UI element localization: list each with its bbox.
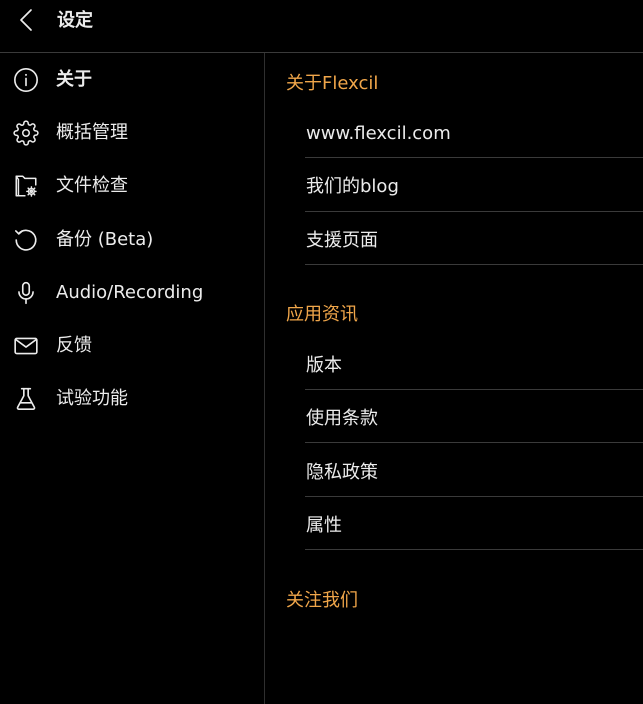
content-panel: 关于Flexcil www.flexcil.com 我们的blog 支援页面 应…	[265, 53, 643, 704]
section-app-info: 应用资讯 版本 使用条款 隐私政策 属性	[265, 285, 643, 551]
row-support-page[interactable]: 支援页面	[305, 212, 643, 265]
sidebar-item-label: Audio/Recording	[56, 281, 204, 303]
row-label: 支援页面	[306, 229, 378, 251]
chevron-left-icon	[20, 9, 32, 31]
sidebar-item-audio-recording[interactable]: Audio/Recording	[0, 266, 264, 319]
section-header: 应用资讯	[286, 304, 358, 326]
row-version[interactable]: 版本	[305, 337, 643, 391]
sidebar-item-experimental[interactable]: 试验功能	[0, 373, 264, 426]
sidebar-item-backup[interactable]: 备份 (Beta)	[0, 213, 264, 266]
sidebar-item-label: 关于	[56, 68, 92, 90]
section-header: 关于Flexcil	[286, 72, 379, 94]
sidebar-item-label: 试验功能	[56, 388, 128, 410]
section-follow-us: 关注我们	[265, 570, 643, 622]
sidebar-item-label: 文件检查	[56, 175, 128, 197]
top-bar: 设定	[0, 0, 643, 53]
row-blog-link[interactable]: 我们的blog	[305, 158, 643, 212]
sidebar-item-label: 概括管理	[56, 121, 128, 143]
row-attributions[interactable]: 属性	[305, 497, 643, 551]
sidebar-item-feedback[interactable]: 反馈	[0, 319, 264, 372]
sidebar-item-about[interactable]: 关于	[0, 53, 264, 106]
envelope-icon	[13, 333, 39, 359]
row-label: 属性	[306, 514, 342, 536]
back-button[interactable]	[14, 8, 38, 32]
sidebar-item-file-check[interactable]: 文件检查	[0, 160, 264, 213]
row-label: www.flexcil.com	[306, 123, 451, 145]
row-label: 我们的blog	[306, 176, 399, 198]
section-about-flexcil: 关于Flexcil www.flexcil.com 我们的blog 支援页面	[265, 53, 643, 265]
gear-icon	[13, 120, 39, 146]
row-terms-of-use[interactable]: 使用条款	[305, 390, 643, 444]
row-website-link[interactable]: www.flexcil.com	[305, 105, 643, 159]
section-header: 关注我们	[286, 589, 358, 611]
sidebar-item-label: 备份 (Beta)	[56, 228, 154, 250]
row-label: 使用条款	[306, 408, 378, 430]
microphone-icon	[13, 280, 39, 306]
sidebar-item-general[interactable]: 概括管理	[0, 106, 264, 159]
row-label: 隐私政策	[306, 461, 378, 483]
row-privacy-policy[interactable]: 隐私政策	[305, 443, 643, 497]
flask-icon	[13, 386, 39, 412]
folder-gear-icon	[13, 173, 39, 199]
page-title: 设定	[57, 10, 93, 31]
restore-icon	[13, 227, 39, 253]
sidebar: 关于 概括管理 文件检查 备份 (Beta) Audio/Recording 反…	[0, 53, 265, 704]
sidebar-item-label: 反馈	[56, 335, 92, 357]
row-label: 版本	[306, 355, 342, 377]
info-icon	[13, 67, 39, 93]
